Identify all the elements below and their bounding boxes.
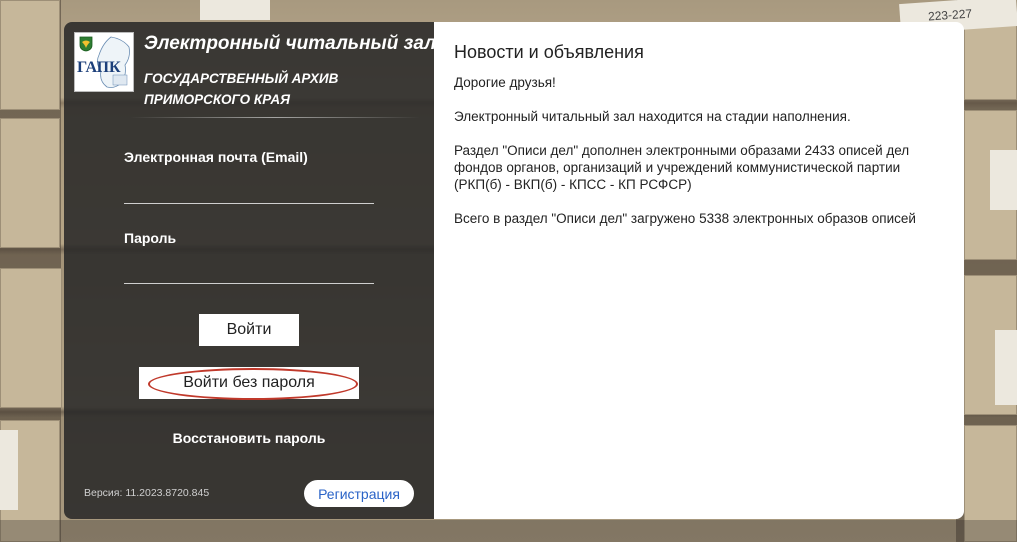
password-field[interactable]: [124, 258, 374, 284]
news-paragraph: Дорогие друзья!: [454, 75, 556, 90]
header-divider: [130, 117, 420, 118]
register-button[interactable]: Регистрация: [304, 480, 414, 507]
news-paragraph: Раздел "Описи дел" дополнен электронными…: [454, 143, 910, 192]
site-header: ГАПК Электронный читальный зал Государст…: [74, 32, 436, 120]
archive-name: Государственный архив Приморского края: [144, 71, 339, 107]
login-button[interactable]: Войти: [199, 314, 299, 346]
email-label: Электронная почта (Email): [124, 149, 308, 165]
news-panel: Новости и объявления Дорогие друзья! Эле…: [434, 22, 964, 519]
email-field[interactable]: [124, 178, 374, 204]
news-title: Новости и объявления: [454, 42, 644, 62]
app-title: Электронный читальный зал: [144, 33, 436, 54]
archive-logo: ГАПК: [74, 32, 134, 92]
version-text: Версия: 11.2023.8720.845: [84, 487, 210, 499]
restore-password-link[interactable]: Восстановить пароль: [64, 430, 434, 446]
password-label: Пароль: [124, 230, 177, 246]
logo-abbreviation: ГАПК: [77, 59, 121, 76]
news-paragraph: Электронный читальный зал находится на с…: [454, 109, 851, 124]
news-paragraph: Всего в раздел "Описи дел" загружено 533…: [454, 211, 916, 226]
news-body: Дорогие друзья! Электронный читальный за…: [454, 74, 944, 244]
highlight-oval: [148, 368, 358, 400]
login-panel: ГАПК Электронный читальный зал Государст…: [64, 22, 436, 519]
